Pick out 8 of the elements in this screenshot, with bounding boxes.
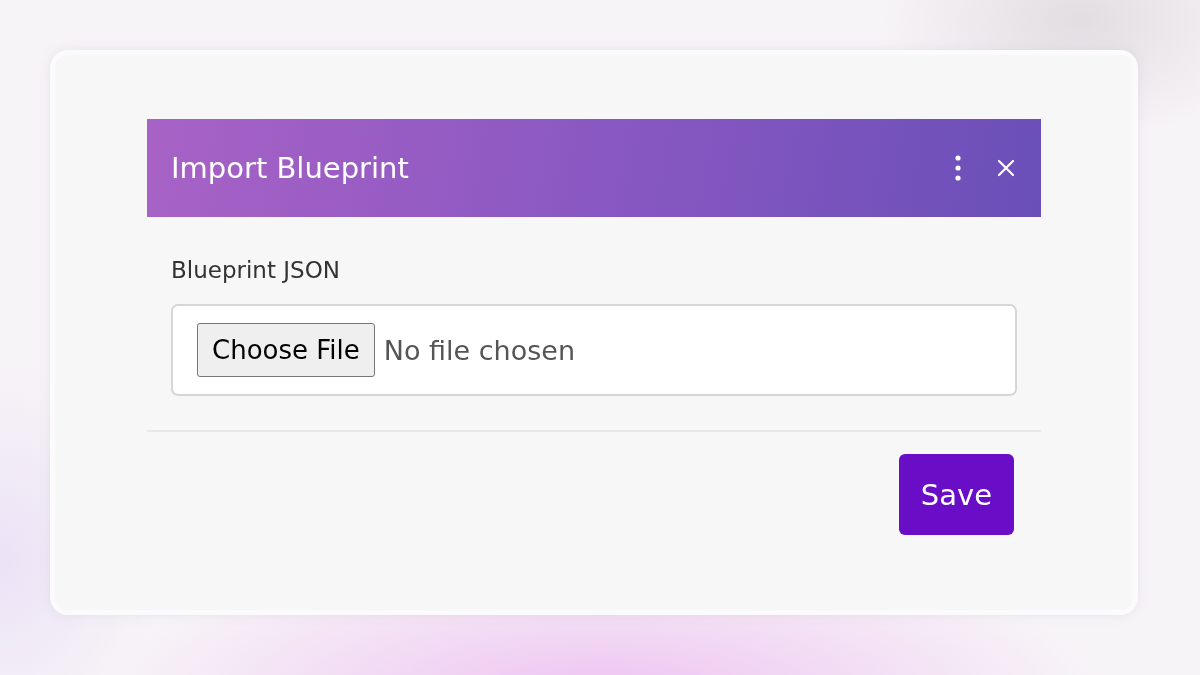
file-status-text: No file chosen bbox=[383, 334, 576, 366]
file-input-field[interactable]: Choose File No file chosen bbox=[171, 304, 1017, 396]
close-icon[interactable] bbox=[997, 159, 1015, 177]
choose-file-button[interactable]: Choose File bbox=[197, 323, 375, 377]
more-options-icon[interactable] bbox=[955, 155, 961, 181]
save-button[interactable]: Save bbox=[898, 454, 1014, 535]
dialog-title: Import Blueprint bbox=[171, 151, 410, 185]
field-label: Blueprint JSON bbox=[171, 257, 341, 283]
